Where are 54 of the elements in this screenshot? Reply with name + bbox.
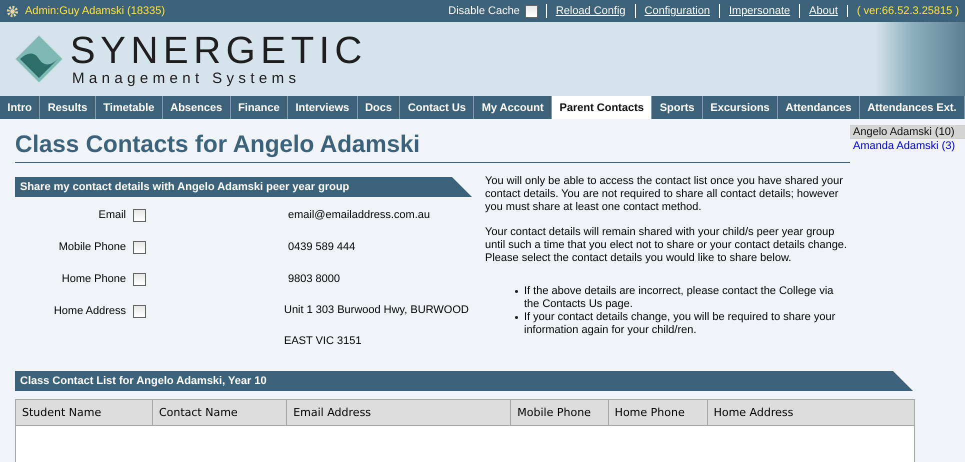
note-item: If the above details are incorrect, please contact the College via the Contacts Us page. <box>524 285 834 311</box>
field-label: Email <box>97 208 127 223</box>
field-value: email@emailaddress.com.au <box>288 208 432 223</box>
diamond-logo-icon <box>14 34 64 84</box>
column-header: Email Address <box>286 400 511 426</box>
field-label: Mobile Phone <box>58 240 127 255</box>
logo-name: SYNERGETIC <box>70 32 368 70</box>
column-header: Student Name <box>16 400 152 426</box>
child-link[interactable]: Amanda Adamski (3) <box>850 139 965 153</box>
column-header: Home Phone <box>608 400 708 426</box>
column-header: Home Address <box>707 400 914 426</box>
header-link[interactable]: Impersonate <box>718 4 800 18</box>
user-label: Admin:Guy Adamski (18335) <box>25 5 166 17</box>
child-link[interactable]: Angelo Adamski (10) <box>850 125 965 139</box>
nav-tab[interactable]: Parent Contacts <box>552 96 652 119</box>
section-header: Share my contact details with Angelo Adamski peer year group <box>15 177 472 197</box>
nav-tab[interactable]: Sports <box>652 96 703 119</box>
checkbox[interactable] <box>133 272 146 286</box>
nav-tab[interactable]: Timetable <box>96 96 163 119</box>
nav-tab[interactable]: Results <box>40 96 96 119</box>
field-value: Unit 1 303 Burwood Hwy, BURWOOD EAST VIC 3151 <box>284 303 470 349</box>
nav-tab[interactable]: Interviews <box>288 96 358 119</box>
info-paragraph: You will only be able to access the contact list once you have shared your contact details. You are not required to share all contact details; however you must share at least one contact method. <box>485 175 844 214</box>
nav-tab[interactable]: Finance <box>230 96 288 119</box>
checkbox[interactable] <box>133 304 146 318</box>
bullet-icon <box>515 290 518 293</box>
nav-tab[interactable]: Attendances <box>778 96 860 119</box>
header-link[interactable]: Configuration <box>634 4 719 18</box>
logo-subtitle: Management Systems <box>72 70 302 86</box>
nav-tab[interactable]: Excursions <box>702 96 778 119</box>
column-header: Contact Name <box>152 400 287 426</box>
checkbox[interactable] <box>133 208 146 222</box>
note-item: If your contact details change, you will be required to share your information again for your child/ren. <box>524 311 836 337</box>
field-label: Home Phone <box>60 272 127 287</box>
header-link[interactable]: Reload Config <box>546 4 635 18</box>
disable-cache-label: Disable Cache <box>448 5 520 17</box>
nav-tab[interactable]: Contact Us <box>400 96 474 119</box>
checkbox[interactable] <box>133 240 146 254</box>
field-label: Home Address <box>52 304 127 319</box>
info-paragraph: Your contact details will remain shared with your child/s peer year group until such a time that you elect not to share or your contact details change. Please select the contact details you would like to share below. <box>485 226 848 265</box>
checkbox[interactable] <box>524 4 538 18</box>
page-title: Class Contacts for Angelo Adamski <box>15 119 850 163</box>
version-label: ( ver:66.52.3.25815 ) <box>846 5 959 17</box>
section-header: Class Contact List for Angelo Adamski, Year 10 <box>15 371 913 391</box>
nav-tab[interactable]: Attendances Ext. <box>860 96 965 119</box>
bullet-icon <box>515 316 518 319</box>
field-value: 9803 8000 <box>288 272 341 287</box>
column-header: Mobile Phone <box>510 400 608 426</box>
nav-tab[interactable]: Intro <box>0 96 40 119</box>
gear-icon <box>6 4 19 18</box>
field-value: 0439 589 444 <box>288 240 356 255</box>
header-link[interactable]: About <box>799 4 847 18</box>
nav-tab[interactable]: Docs <box>358 96 400 119</box>
nav-tab[interactable]: Absences <box>162 96 231 119</box>
